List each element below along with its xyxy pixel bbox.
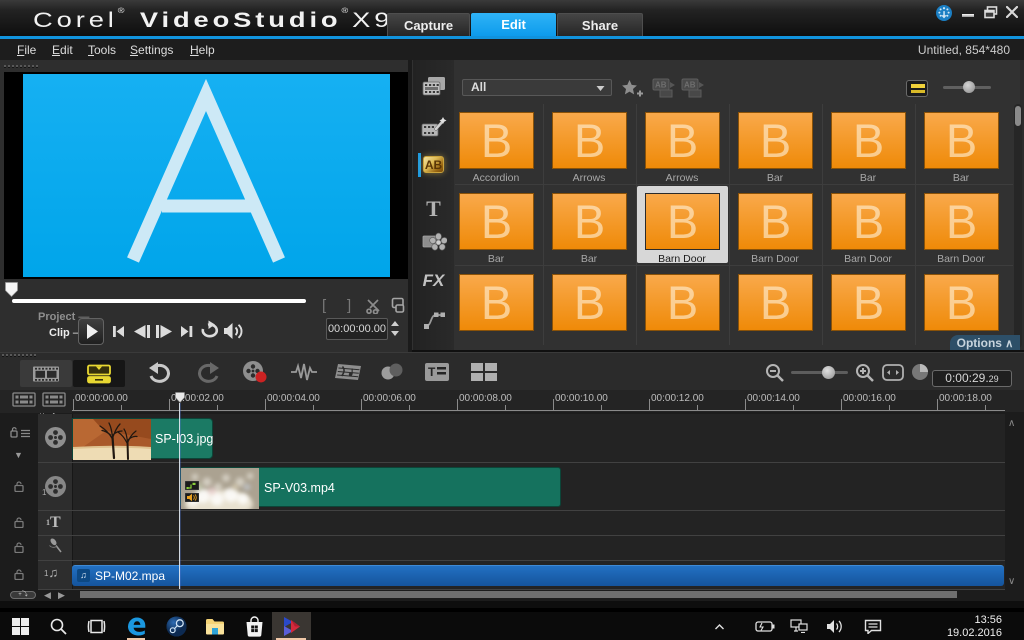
svg-text:AB: AB (655, 81, 667, 90)
svg-text:AB: AB (684, 81, 696, 90)
svg-text:T: T (428, 365, 436, 379)
